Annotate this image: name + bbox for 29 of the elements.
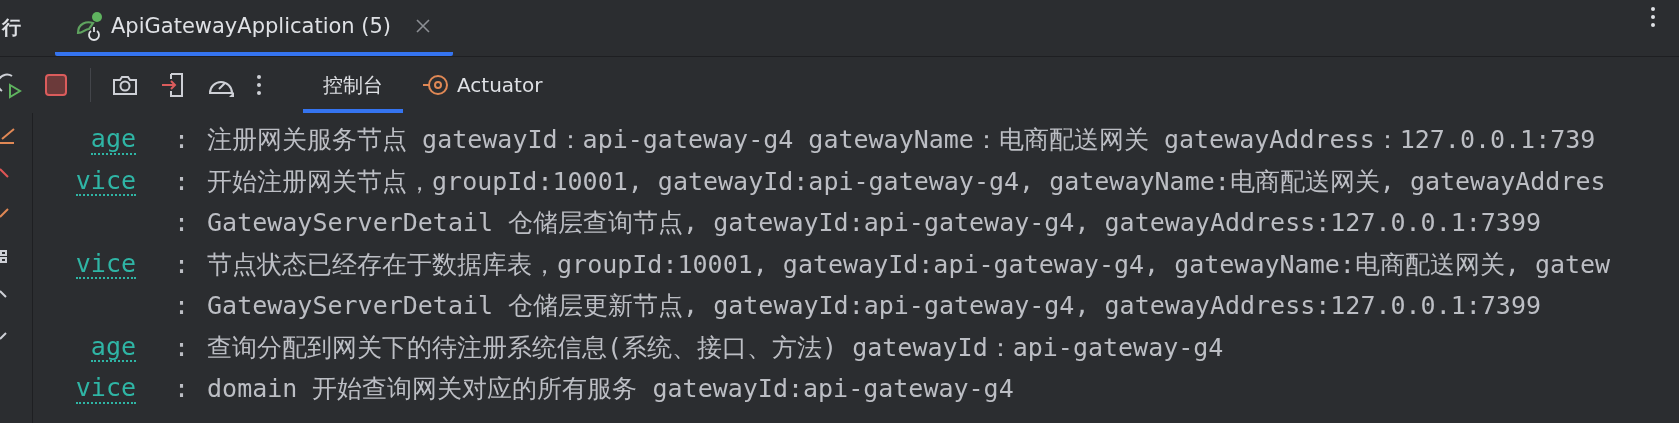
separator-colon: : — [174, 166, 190, 196]
panel-title: 行 — [2, 15, 22, 40]
log-message: 查询分配到网关下的待注册系统信息(系统、接口、方法) gatewayId：api-gateway-g4 — [207, 331, 1224, 364]
log-message: 注册网关服务节点 gatewayId：api-gateway-g4 gatewayName：电商配送网关 gatewayAddress：127.0.0.1:739 — [207, 124, 1596, 157]
separator-colon: : — [174, 249, 190, 279]
separator-colon: : — [174, 374, 190, 404]
logger-link[interactable]: vice — [75, 249, 136, 279]
close-icon[interactable] — [415, 18, 432, 34]
console-tab[interactable]: Actuator — [403, 57, 563, 113]
more-icon[interactable] — [1650, 6, 1656, 28]
edit-icon[interactable] — [0, 127, 16, 145]
log-message: 开始注册网关节点，groupId:10001, gatewayId:api-gateway-g4, gatewayName:电商配送网关, gatewayAddres — [207, 165, 1606, 198]
logger-link[interactable]: age — [90, 125, 136, 155]
run-tab[interactable]: ApiGatewayApplication (5) — [55, 0, 454, 56]
logger-link[interactable]: age — [90, 332, 136, 362]
rerun-icon[interactable] — [0, 71, 22, 99]
separator-colon: : — [174, 125, 190, 155]
log-message: GatewayServerDetail 仓储层查询节点, gatewayId:api-gateway-g4, gatewayAddress:127.0.0.1:7399 — [207, 207, 1541, 240]
log-message: GatewayServerDetail 仓储层更新节点, gatewayId:api-gateway-g4, gatewayAddress:127.0.0.1:7399 — [207, 290, 1541, 323]
separator-colon: : — [174, 291, 190, 321]
separator-colon: : — [174, 332, 190, 362]
spring-run-icon — [75, 11, 105, 41]
logger-link[interactable]: vice — [75, 166, 136, 196]
logger-link[interactable]: vice — [75, 374, 136, 404]
separator-colon: : — [174, 208, 190, 238]
target-icon — [423, 73, 449, 97]
log-message: domain 开始查询网关对应的所有服务 gatewayId:api-gateway-g4 — [207, 373, 1014, 406]
log-message: 节点状态已经存在于数据库表，groupId:10001, gatewayId:api-gateway-g4, gatewayName:电商配送网关, gatew — [207, 248, 1611, 281]
stop-icon[interactable] — [42, 71, 70, 99]
